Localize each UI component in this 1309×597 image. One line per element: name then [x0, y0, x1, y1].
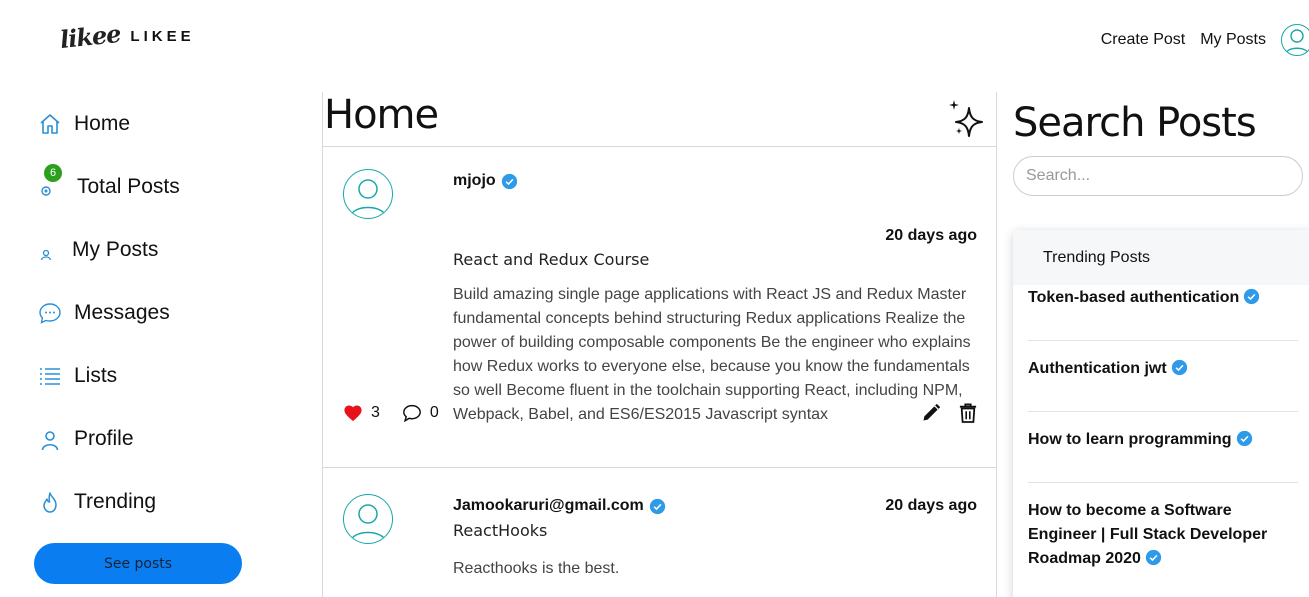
- posts-icon: 6: [38, 164, 62, 199]
- trending-item[interactable]: Authentication jwt: [1028, 357, 1298, 412]
- sidebar-item-lists[interactable]: Lists: [38, 358, 117, 394]
- sidebar-item-label: My Posts: [72, 238, 159, 261]
- feed-header: Home: [323, 92, 996, 147]
- my-posts-link[interactable]: My Posts: [1200, 31, 1266, 49]
- sidebar-item-total-posts[interactable]: 6 Total Posts: [38, 164, 180, 205]
- author-avatar-icon[interactable]: [343, 169, 393, 219]
- sidebar-item-home[interactable]: Home: [38, 106, 130, 142]
- comment-count: 0: [429, 404, 439, 421]
- post-actions: 3 0: [343, 404, 461, 422]
- comment-button[interactable]: 0: [402, 404, 439, 422]
- trending-posts-panel: Trending Posts Token-based authenticatio…: [1013, 230, 1309, 597]
- trending-item-title: Authentication jwt: [1028, 360, 1167, 377]
- verified-icon: [1244, 288, 1260, 305]
- post-body: Reacthooks is the best.: [453, 560, 620, 577]
- sidebar-item-profile[interactable]: Profile: [38, 421, 134, 457]
- sparkle-icon[interactable]: [946, 98, 986, 140]
- trending-item[interactable]: How to learn programming: [1028, 428, 1298, 483]
- author-name: mjojo: [453, 172, 496, 189]
- post-author[interactable]: mjojo: [453, 172, 518, 190]
- list-icon: [38, 364, 62, 388]
- logo-text: LIKEE: [130, 27, 195, 45]
- search-title: Search Posts: [1013, 100, 1257, 146]
- user-icon: [38, 427, 62, 451]
- post-body: Build amazing single page applications w…: [453, 286, 971, 423]
- verified-icon: [1236, 430, 1252, 447]
- like-count: 3: [371, 404, 380, 421]
- search-input[interactable]: [1013, 156, 1303, 196]
- main-feed: Home mjojo 20 days ago React and Redux C…: [322, 92, 997, 597]
- right-panel: Search Posts Trending Posts Token-based …: [1013, 100, 1309, 597]
- trending-item[interactable]: How to become a Software Engineer | Full…: [1028, 499, 1298, 597]
- verified-icon: [1145, 549, 1162, 566]
- post-card: mjojo 20 days ago React and Redux Course…: [323, 147, 996, 468]
- verified-icon: [1171, 359, 1187, 376]
- user-small-icon: [38, 238, 62, 262]
- trending-item-title: How to learn programming: [1028, 431, 1232, 448]
- sidebar-item-trending[interactable]: Trending: [38, 484, 156, 520]
- page-title: Home: [324, 92, 439, 138]
- post-title: React and Redux Course: [453, 250, 650, 269]
- sidebar-item-my-posts[interactable]: My Posts: [38, 232, 158, 268]
- author-avatar-icon[interactable]: [343, 494, 393, 544]
- top-nav: Create Post My Posts: [1101, 22, 1309, 58]
- verified-icon: [649, 498, 665, 514]
- post-time: 20 days ago: [885, 227, 977, 244]
- post-author[interactable]: Jamookaruri@gmail.com: [453, 497, 666, 515]
- sidebar-item-label: Trending: [74, 490, 157, 513]
- trending-item-title: Token-based authentication: [1028, 289, 1240, 306]
- chat-bubble-icon: [38, 301, 62, 325]
- delete-icon[interactable]: [959, 403, 977, 428]
- brand-logo[interactable]: likee LIKEE: [58, 16, 195, 56]
- create-post-link[interactable]: Create Post: [1101, 31, 1185, 49]
- post-tools: [921, 403, 977, 428]
- sidebar-item-label: Lists: [74, 364, 118, 387]
- post-card: Jamookaruri@gmail.com 20 days ago ReactH…: [323, 468, 996, 597]
- sidebar-item-messages[interactable]: Messages: [38, 295, 170, 331]
- trending-item[interactable]: Token-based authentication: [1028, 286, 1298, 341]
- posts-count-badge: 6: [44, 164, 62, 182]
- author-name: Jamookaruri@gmail.com: [453, 497, 644, 514]
- sidebar-item-label: Home: [74, 112, 131, 135]
- comment-icon: [402, 404, 421, 422]
- heart-icon: [344, 405, 362, 422]
- user-avatar-icon[interactable]: [1281, 24, 1309, 56]
- home-icon: [38, 112, 62, 136]
- edit-icon[interactable]: [921, 403, 941, 428]
- verified-icon: [501, 173, 517, 189]
- post-title: ReactHooks: [453, 521, 548, 540]
- trending-heading: Trending Posts: [1013, 230, 1309, 285]
- like-button[interactable]: 3: [343, 404, 380, 422]
- sidebar-item-label: Profile: [74, 427, 134, 450]
- sidebar-item-label: Total Posts: [77, 175, 180, 198]
- see-posts-button[interactable]: See posts: [34, 543, 242, 584]
- logo-script: likee: [58, 18, 122, 54]
- flame-icon: [38, 490, 62, 514]
- post-time: 20 days ago: [885, 497, 977, 514]
- sidebar-item-label: Messages: [74, 301, 170, 324]
